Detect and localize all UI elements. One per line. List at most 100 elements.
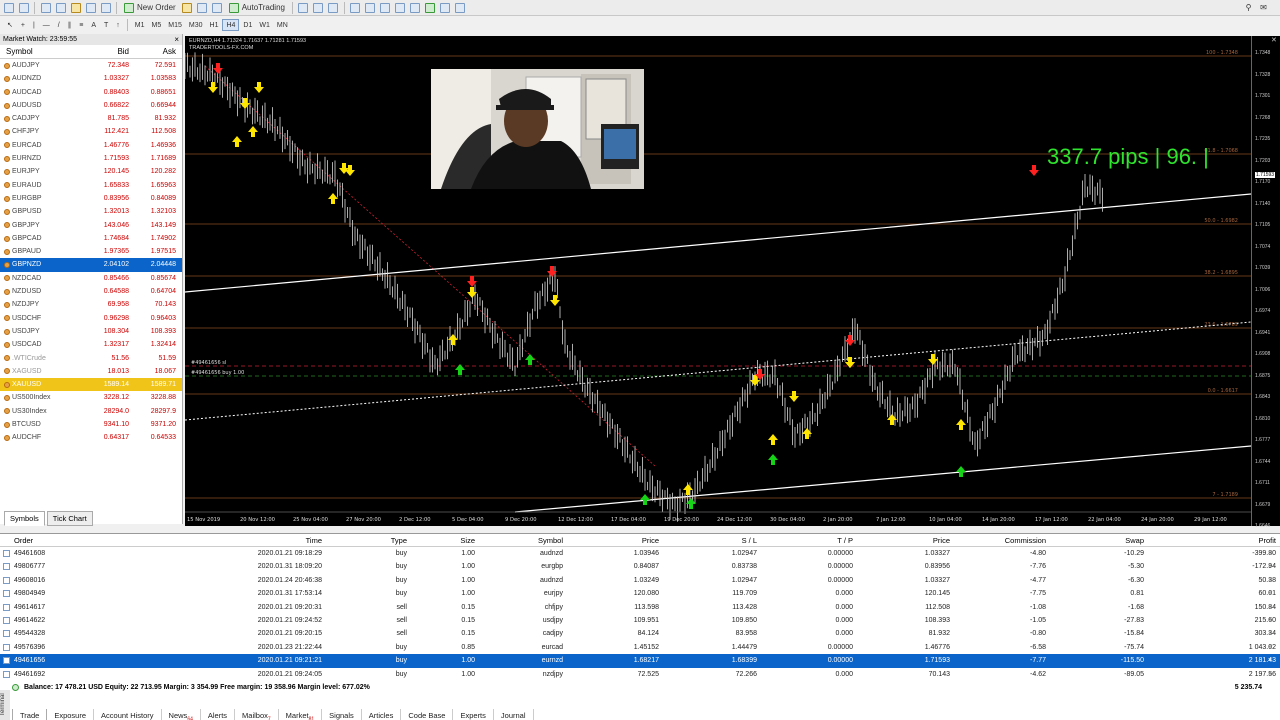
chat-icon[interactable]: ✉ (1257, 1, 1270, 14)
tile-windows-icon[interactable] (379, 1, 392, 14)
chart-canvas[interactable]: 100 - 1.7348 61.8 - 1.7068 50.0 - 1.6982 38… (185, 36, 1251, 526)
table-row[interactable]: 49806777 2020.01.31 18:09:20 buy 1.00 eurgbp… (0, 560, 1280, 573)
tab-journal[interactable]: Journal (494, 709, 534, 720)
table-row[interactable]: 49544328 2020.01.21 09:20:15 sell 0.15 cadjp… (0, 627, 1280, 640)
channel-icon[interactable]: ∥ (65, 19, 75, 31)
strategy-tester-icon[interactable] (99, 1, 112, 14)
list-item[interactable]: EURNZD 1.71593 1.71689 (0, 152, 182, 165)
list-item[interactable]: US30Index 28294.0 28297.9 (0, 405, 182, 418)
trendline-icon[interactable]: / (55, 19, 63, 31)
tab-market[interactable]: Market81 (279, 709, 323, 720)
tab-account-history[interactable]: Account History (94, 709, 162, 720)
market-watch-icon[interactable] (39, 1, 52, 14)
list-item[interactable]: EURCAD 1.46776 1.46936 (0, 139, 182, 152)
list-item[interactable]: XAUUSD 1589.14 1589.71 (0, 378, 182, 392)
new-order-button[interactable]: New Order (121, 1, 179, 14)
tab-code-base[interactable]: Code Base (401, 709, 454, 720)
new-chart-icon[interactable] (2, 1, 15, 14)
periods-icon[interactable] (439, 1, 452, 14)
tab-articles[interactable]: Articles (362, 709, 402, 720)
tab-news[interactable]: News64 (162, 709, 201, 720)
search-icon[interactable]: ⚲ (1242, 1, 1255, 14)
cursor-icon[interactable]: ↖ (4, 19, 16, 31)
timeframe-w1[interactable]: W1 (256, 19, 273, 31)
column-stop-loss[interactable]: S / L (659, 534, 757, 546)
crosshair-icon[interactable]: + (18, 19, 28, 31)
tab-symbols[interactable]: Symbols (4, 511, 45, 526)
data-window-icon[interactable] (54, 1, 67, 14)
list-item[interactable]: AUDNZD 1.03327 1.03583 (0, 72, 182, 85)
zoom-in-icon[interactable] (349, 1, 362, 14)
list-item[interactable]: AUDCAD 0.88403 0.88651 (0, 86, 182, 99)
tab-exposure[interactable]: Exposure (47, 709, 95, 720)
list-item[interactable]: NZDCAD 0.85466 0.85674 (0, 272, 182, 285)
close-order-icon[interactable]: × (1268, 668, 1272, 681)
list-item[interactable]: GBPJPY 143.046 143.149 (0, 219, 182, 232)
table-row[interactable]: 49614617 2020.01.21 09:20:31 sell 0.15 chfjp… (0, 601, 1280, 614)
signals-icon[interactable] (196, 1, 209, 14)
list-item[interactable]: XAGUSD 18.013 18.067 (0, 365, 182, 378)
metaeditor-icon[interactable] (181, 1, 194, 14)
list-item[interactable]: USDCAD 1.32317 1.32414 (0, 338, 182, 351)
list-item[interactable]: AUDCHF 0.64317 0.64533 (0, 431, 182, 444)
close-order-icon[interactable]: × (1268, 587, 1272, 600)
indicators-icon[interactable] (424, 1, 437, 14)
terminal-icon[interactable] (84, 1, 97, 14)
price-scale[interactable]: 1.7348 1.7328 1.7301 1.7268 1.7235 1.7203 1.71… (1251, 36, 1280, 551)
column-symbol[interactable]: Symbol (0, 45, 95, 58)
list-item[interactable]: GBPAUD 1.97365 1.97515 (0, 245, 182, 258)
column-size[interactable]: Size (407, 534, 475, 546)
timeframe-m5[interactable]: M5 (149, 19, 165, 31)
close-order-icon[interactable]: × (1268, 574, 1272, 587)
column-ask[interactable]: Ask (129, 45, 179, 58)
table-row[interactable]: 49614622 2020.01.21 09:24:52 sell 0.15 usdjp… (0, 614, 1280, 627)
column-type[interactable]: Type (322, 534, 407, 546)
vertical-line-icon[interactable]: | (30, 19, 38, 31)
list-item[interactable]: GBPNZD 2.04102 2.04448 (0, 258, 182, 272)
tab-tick-chart[interactable]: Tick Chart (46, 511, 93, 526)
horizontal-line-icon[interactable]: — (40, 19, 53, 31)
column-swap[interactable]: Swap (1046, 534, 1144, 546)
close-order-icon[interactable]: × (1268, 547, 1272, 560)
list-item[interactable]: AUDJPY 72.348 72.591 (0, 59, 182, 72)
timeframe-m1[interactable]: M1 (132, 19, 148, 31)
arrows-icon[interactable]: ↑ (113, 19, 123, 31)
list-item[interactable]: AUDUSD 0.66822 0.66944 (0, 99, 182, 112)
close-order-icon[interactable]: × (1268, 614, 1272, 627)
text-icon[interactable]: A (88, 19, 99, 31)
close-icon[interactable]: × (174, 34, 179, 45)
tab-signals[interactable]: Signals (322, 709, 362, 720)
timeframe-d1[interactable]: D1 (240, 19, 255, 31)
column-symbol[interactable]: Symbol (475, 534, 563, 546)
table-row[interactable]: 49461608 2020.01.21 09:18:29 buy 1.00 audnzd… (0, 547, 1280, 560)
timeframe-m15[interactable]: M15 (165, 19, 185, 31)
line-chart-icon[interactable] (327, 1, 340, 14)
list-item[interactable]: CADJPY 81.785 81.932 (0, 112, 182, 125)
close-order-icon[interactable]: × (1268, 601, 1272, 614)
close-order-icon[interactable]: × (1268, 627, 1272, 640)
table-row[interactable]: 49608016 2020.01.24 20:46:38 buy 1.00 audnzd… (0, 574, 1280, 587)
tab-trade[interactable]: Trade (12, 709, 48, 720)
templates-icon[interactable] (454, 1, 467, 14)
close-order-icon[interactable]: × (1268, 560, 1272, 573)
column-take-profit[interactable]: T / P (757, 534, 853, 546)
timeframe-mn[interactable]: MN (274, 19, 291, 31)
list-item[interactable]: EURGBP 0.83956 0.84089 (0, 192, 182, 205)
timeframe-h4[interactable]: H4 (222, 19, 240, 31)
market-icon[interactable] (211, 1, 224, 14)
navigator-icon[interactable] (69, 1, 82, 14)
timeframe-m30[interactable]: M30 (186, 19, 206, 31)
list-item[interactable]: CHFJPY 112.421 112.508 (0, 125, 182, 138)
list-item[interactable]: USDCHF 0.96298 0.96403 (0, 312, 182, 325)
list-item[interactable]: USDJPY 108.304 108.393 (0, 325, 182, 338)
column-bid[interactable]: Bid (95, 45, 129, 58)
table-row[interactable]: 49461692 2020.01.21 09:24:05 buy 1.00 nzdjpy… (0, 668, 1280, 681)
column-order[interactable]: Order (14, 534, 134, 546)
column-profit[interactable]: Profit (1144, 534, 1276, 546)
list-item[interactable]: NZDUSD 0.64588 0.64704 (0, 285, 182, 298)
tab-mailbox[interactable]: Mailbox7 (235, 709, 279, 720)
close-order-icon[interactable]: × (1268, 654, 1272, 667)
column-current-price[interactable]: Price (853, 534, 950, 546)
auto-scroll-icon[interactable] (394, 1, 407, 14)
autotrading-button[interactable]: AutoTrading (226, 1, 288, 14)
